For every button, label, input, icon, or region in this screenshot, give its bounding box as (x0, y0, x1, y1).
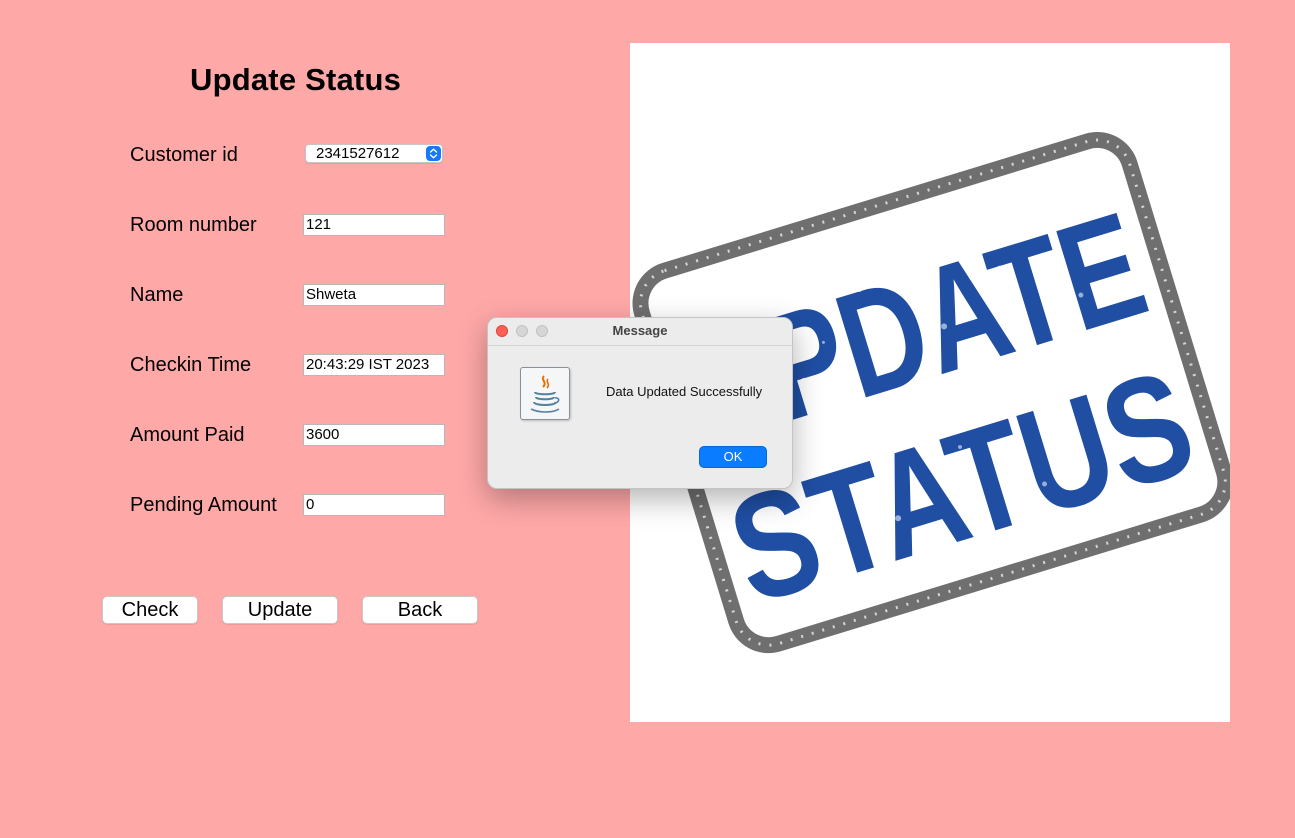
check-button[interactable]: Check (102, 596, 198, 624)
back-button[interactable]: Back (362, 596, 478, 624)
dialog-title: Message (612, 323, 668, 338)
name-field[interactable]: Shweta (303, 284, 445, 306)
amount-paid-field[interactable]: 3600 (303, 424, 445, 446)
customer-id-label: Customer id (130, 144, 238, 166)
dialog-message: Data Updated Successfully (606, 384, 763, 399)
select-stepper-icon (426, 146, 441, 161)
page-title: Update Status (190, 62, 402, 97)
ok-button[interactable]: OK (699, 446, 767, 468)
java-icon (520, 367, 570, 420)
message-dialog: Message Data Updated Successfully OK (487, 317, 793, 489)
customer-id-value: 2341527612 (316, 145, 400, 162)
pending-amount-field[interactable]: 0 (303, 494, 445, 516)
customer-id-select[interactable]: 2341527612 (305, 144, 443, 163)
checkin-time-label: Checkin Time (130, 354, 252, 376)
amount-paid-label: Amount Paid (130, 424, 245, 446)
room-number-field[interactable]: 121 (303, 214, 445, 236)
pending-amount-label: Pending Amount (130, 494, 277, 516)
checkin-time-field[interactable]: 20:43:29 IST 2023 (303, 354, 445, 376)
update-button[interactable]: Update (222, 596, 338, 624)
name-label: Name (130, 284, 184, 306)
dialog-title-bar: Message (488, 318, 792, 346)
room-number-label: Room number (130, 214, 257, 236)
